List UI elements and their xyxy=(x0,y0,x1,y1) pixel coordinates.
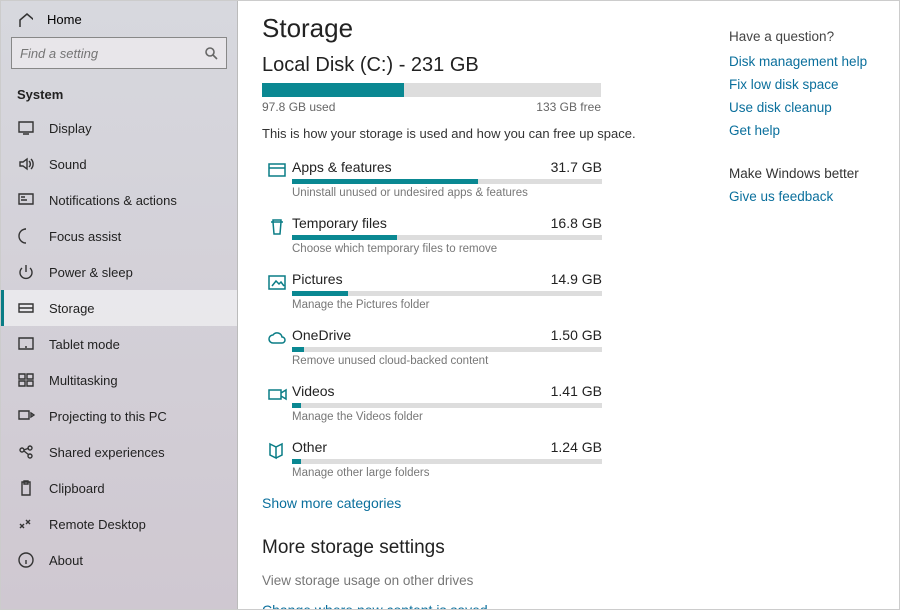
clipboard-icon xyxy=(17,479,35,497)
category-name: Videos xyxy=(292,383,335,399)
category-list: Apps & features 31.7 GB Uninstall unused o… xyxy=(262,153,602,489)
category-bar xyxy=(292,179,602,184)
drive-label: Local Disk (C:) - 231 GB xyxy=(262,54,705,77)
category-hint: Uninstall unused or undesired apps & fea… xyxy=(292,187,602,199)
category-bar xyxy=(292,459,602,464)
sidebar-item-storage[interactable]: Storage xyxy=(1,290,237,326)
sidebar-section-title: System xyxy=(1,69,237,110)
category-bar xyxy=(292,347,602,352)
sidebar-item-clipboard[interactable]: Clipboard xyxy=(1,470,237,506)
pictures-icon xyxy=(267,273,287,293)
home-icon xyxy=(17,11,33,27)
apps-icon xyxy=(267,161,287,181)
show-more-categories-link[interactable]: Show more categories xyxy=(262,495,705,511)
category-size: 1.50 GB xyxy=(551,327,602,343)
home-label: Home xyxy=(47,12,82,27)
category-name: Pictures xyxy=(292,271,343,287)
category-name: Temporary files xyxy=(292,215,387,231)
help-link-disk-management-help[interactable]: Disk management help xyxy=(729,54,883,69)
help-link-use-disk-cleanup[interactable]: Use disk cleanup xyxy=(729,100,883,115)
project-icon xyxy=(17,407,35,425)
sidebar-item-multitasking[interactable]: Multitasking xyxy=(1,362,237,398)
sidebar-nav: DisplaySoundNotifications & actionsFocus… xyxy=(1,110,237,609)
category-pictures[interactable]: Pictures 14.9 GB Manage the Pictures folde… xyxy=(262,265,602,321)
multitask-icon xyxy=(17,371,35,389)
category-temporary-files[interactable]: Temporary files 16.8 GB Choose which tempo… xyxy=(262,209,602,265)
sidebar-item-about[interactable]: About xyxy=(1,542,237,578)
display-icon xyxy=(17,119,35,137)
storage-icon xyxy=(17,299,35,317)
help-link-get-help[interactable]: Get help xyxy=(729,123,883,138)
category-name: Apps & features xyxy=(292,159,392,175)
feedback-link[interactable]: Give us feedback xyxy=(729,189,883,204)
category-bar xyxy=(292,291,602,296)
free-label: 133 GB free xyxy=(536,100,601,114)
help-link-fix-low-disk-space[interactable]: Fix low disk space xyxy=(729,77,883,92)
home-link[interactable]: Home xyxy=(1,1,237,37)
make-better-label: Make Windows better xyxy=(729,166,883,181)
search-icon xyxy=(204,46,218,60)
intro-text: This is how your storage is used and how… xyxy=(262,126,705,141)
page-title: Storage xyxy=(262,13,705,44)
category-hint: Manage the Videos folder xyxy=(292,411,602,423)
used-label: 97.8 GB used xyxy=(262,100,335,114)
category-hint: Manage the Pictures folder xyxy=(292,299,602,311)
power-icon xyxy=(17,263,35,281)
shared-icon xyxy=(17,443,35,461)
drive-usage-bar xyxy=(262,83,601,97)
category-bar xyxy=(292,403,602,408)
other-icon xyxy=(267,441,287,461)
cloud-icon xyxy=(267,329,287,349)
search-box[interactable] xyxy=(11,37,227,69)
focus-icon xyxy=(17,227,35,245)
sidebar-item-remote-desktop[interactable]: Remote Desktop xyxy=(1,506,237,542)
tablet-icon xyxy=(17,335,35,353)
category-size: 16.8 GB xyxy=(551,215,602,231)
category-bar xyxy=(292,235,602,240)
category-size: 1.41 GB xyxy=(551,383,602,399)
category-size: 1.24 GB xyxy=(551,439,602,455)
category-hint: Remove unused cloud-backed content xyxy=(292,355,602,367)
search-input[interactable] xyxy=(20,46,204,61)
category-hint: Manage other large folders xyxy=(292,467,602,479)
notifications-icon xyxy=(17,191,35,209)
main: Storage Local Disk (C:) - 231 GB 97.8 GB… xyxy=(238,1,899,609)
change-save-location-link[interactable]: Change where new content is saved xyxy=(262,602,705,609)
video-icon xyxy=(267,385,287,405)
sidebar-item-projecting-to-this-pc[interactable]: Projecting to this PC xyxy=(1,398,237,434)
sound-icon xyxy=(17,155,35,173)
category-other[interactable]: Other 1.24 GB Manage other large folders xyxy=(262,433,602,489)
sidebar-item-tablet-mode[interactable]: Tablet mode xyxy=(1,326,237,362)
category-apps-features[interactable]: Apps & features 31.7 GB Uninstall unused o… xyxy=(262,153,602,209)
sidebar-item-sound[interactable]: Sound xyxy=(1,146,237,182)
view-other-drives-link[interactable]: View storage usage on other drives xyxy=(262,573,705,588)
sidebar: Home System DisplaySoundNotifications & … xyxy=(1,1,238,609)
category-videos[interactable]: Videos 1.41 GB Manage the Videos folder xyxy=(262,377,602,433)
category-hint: Choose which temporary files to remove xyxy=(292,243,602,255)
category-size: 31.7 GB xyxy=(551,159,602,175)
remote-icon xyxy=(17,515,35,533)
more-settings-heading: More storage settings xyxy=(262,537,705,559)
sidebar-item-notifications-actions[interactable]: Notifications & actions xyxy=(1,182,237,218)
category-name: OneDrive xyxy=(292,327,351,343)
category-name: Other xyxy=(292,439,327,455)
sidebar-item-display[interactable]: Display xyxy=(1,110,237,146)
sidebar-item-power-sleep[interactable]: Power & sleep xyxy=(1,254,237,290)
have-question-label: Have a question? xyxy=(729,29,883,44)
usage-labels: 97.8 GB used 133 GB free xyxy=(262,100,601,114)
category-size: 14.9 GB xyxy=(551,271,602,287)
sidebar-item-shared-experiences[interactable]: Shared experiences xyxy=(1,434,237,470)
content: Storage Local Disk (C:) - 231 GB 97.8 GB… xyxy=(238,1,729,609)
about-icon xyxy=(17,551,35,569)
sidebar-item-focus-assist[interactable]: Focus assist xyxy=(1,218,237,254)
right-column: Have a question? Disk management help Fix… xyxy=(729,1,899,609)
trash-icon xyxy=(267,217,287,237)
category-onedrive[interactable]: OneDrive 1.50 GB Remove unused cloud-backe… xyxy=(262,321,602,377)
